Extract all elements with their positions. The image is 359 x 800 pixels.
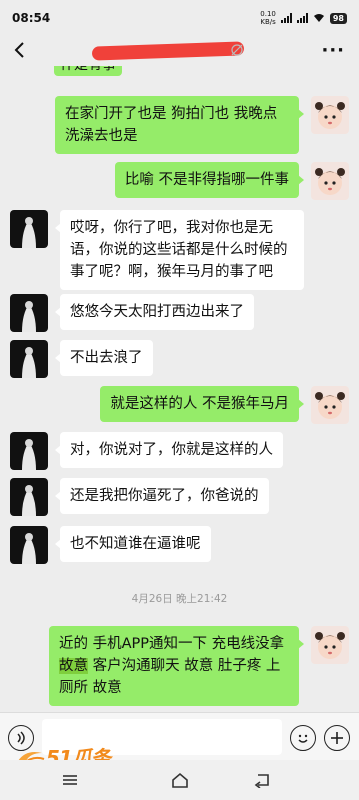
- contact-avatar[interactable]: [10, 340, 48, 378]
- message-row: 对，你说对了，你就是这样的人: [10, 432, 283, 470]
- message-bubble-received[interactable]: 对，你说对了，你就是这样的人: [55, 432, 283, 468]
- message-text: 在家门开了也是 狗拍门也 我晚点洗澡去也是: [65, 106, 278, 144]
- message-text: 比喻 不是非得指哪一件事: [124, 172, 289, 188]
- message-bubble-sent[interactable]: 在家门开了也是 狗拍门也 我晚点洗澡去也是: [55, 96, 304, 154]
- contact-avatar[interactable]: [10, 478, 48, 516]
- message-row: 在家门开了也是 狗拍门也 我晚点洗澡去也是: [55, 96, 349, 154]
- status-icons: 0.10 KB/s 98: [260, 10, 347, 26]
- message-bubble-sent[interactable]: 近的 手机APP通知一下 充电线没拿故意 客户沟通聊天 故意 肚子疼 上厕所 故…: [49, 626, 304, 706]
- contact-avatar[interactable]: [10, 432, 48, 470]
- my-avatar[interactable]: [311, 96, 349, 134]
- my-avatar[interactable]: [311, 386, 349, 424]
- wifi-icon: [313, 14, 324, 22]
- message-row: 还是我把你逼死了，你爸说的: [10, 478, 269, 516]
- message-row: 近的 手机APP通知一下 充电线没拿故意 客户沟通聊天 故意 肚子疼 上厕所 故…: [49, 626, 349, 706]
- plus-icon: [331, 732, 343, 744]
- contact-avatar[interactable]: [10, 294, 48, 332]
- message-bubble-received[interactable]: 也不知道谁在逼谁呢: [55, 526, 211, 562]
- message-text: 还是我把你逼死了，你爸说的: [70, 488, 259, 504]
- chat-message-list[interactable]: 什是有事 在家门开了也是 狗拍门也 我晚点洗澡去也是 比喻 不是非得指哪一件事 …: [0, 66, 359, 712]
- mute-icon: [231, 44, 243, 56]
- message-text: 不出去浪了: [70, 350, 143, 366]
- message-text: 悠悠今天太阳打西边出来了: [70, 304, 244, 320]
- more-functions-button[interactable]: [324, 725, 350, 751]
- return-icon[interactable]: [252, 772, 272, 788]
- message-bubble-received[interactable]: 哎呀，你行了吧，我对你也是无语，你说的这些话都是什么时候的事了呢？啊，猴年马月的…: [55, 210, 304, 290]
- message-row: 不出去浪了: [10, 340, 153, 378]
- hd-signal-icon: [280, 13, 292, 23]
- message-text: 就是这样的人 不是猴年马月: [110, 396, 289, 412]
- status-bar: 08:54 0.10 KB/s 98: [0, 0, 359, 36]
- message-bubble-received[interactable]: 悠悠今天太阳打西边出来了: [55, 294, 254, 330]
- message-row: 哎呀，你行了吧，我对你也是无语，你说的这些话都是什么时候的事了呢？啊，猴年马月的…: [10, 210, 304, 290]
- message-bubble-received[interactable]: 还是我把你逼死了，你爸说的: [55, 478, 269, 514]
- message-text: 也不知道谁在逼谁呢: [70, 536, 201, 552]
- message-bubble-received[interactable]: 不出去浪了: [55, 340, 153, 376]
- smiley-icon: [298, 734, 308, 743]
- message-row: 悠悠今天太阳打西边出来了: [10, 294, 254, 332]
- message-timestamp: 4月26日 晚上21:42: [131, 593, 228, 605]
- chat-header: ···: [0, 36, 359, 66]
- partial-message-text: 什是有事: [60, 66, 116, 74]
- battery-icon: 98: [329, 12, 347, 24]
- network-speed: 0.10 KB/s: [260, 10, 276, 26]
- contact-avatar[interactable]: [10, 526, 48, 564]
- chat-title-redaction: [91, 41, 245, 61]
- system-navigation-bar: [0, 760, 359, 800]
- network-speed-unit: KB/s: [260, 18, 276, 26]
- partial-message-bubble: 什是有事: [54, 66, 122, 76]
- message-text: 近的 手机APP通知一下 充电线没拿: [59, 636, 285, 652]
- message-row: 比喻 不是非得指哪一件事: [114, 162, 349, 200]
- more-options-icon[interactable]: ···: [321, 40, 345, 61]
- message-row: 就是这样的人 不是猴年马月: [100, 386, 349, 424]
- message-bubble-sent[interactable]: 比喻 不是非得指哪一件事: [114, 162, 305, 198]
- back-arrow-icon[interactable]: [10, 38, 32, 62]
- menu-icon[interactable]: [60, 772, 80, 788]
- highlighted-word: 故意: [59, 658, 88, 674]
- cellular-signal-icon: [296, 13, 308, 23]
- status-time: 08:54: [12, 11, 51, 25]
- my-avatar[interactable]: [311, 162, 349, 200]
- message-text: 哎呀，你行了吧，我对你也是无语，你说的这些话都是什么时候的事了呢？啊，猴年马月的…: [70, 220, 288, 280]
- my-avatar[interactable]: [311, 626, 349, 664]
- emoji-button[interactable]: [290, 725, 316, 751]
- home-icon[interactable]: [170, 772, 190, 788]
- contact-avatar[interactable]: [10, 210, 48, 248]
- network-speed-value: 0.10: [260, 10, 276, 18]
- message-row: 也不知道谁在逼谁呢: [10, 526, 211, 564]
- message-bubble-sent[interactable]: 就是这样的人 不是猴年马月: [100, 386, 304, 422]
- message-text: 对，你说对了，你就是这样的人: [70, 442, 273, 458]
- message-text: 客户沟通聊天 故意 肚子疼 上厕所 故意: [59, 658, 281, 696]
